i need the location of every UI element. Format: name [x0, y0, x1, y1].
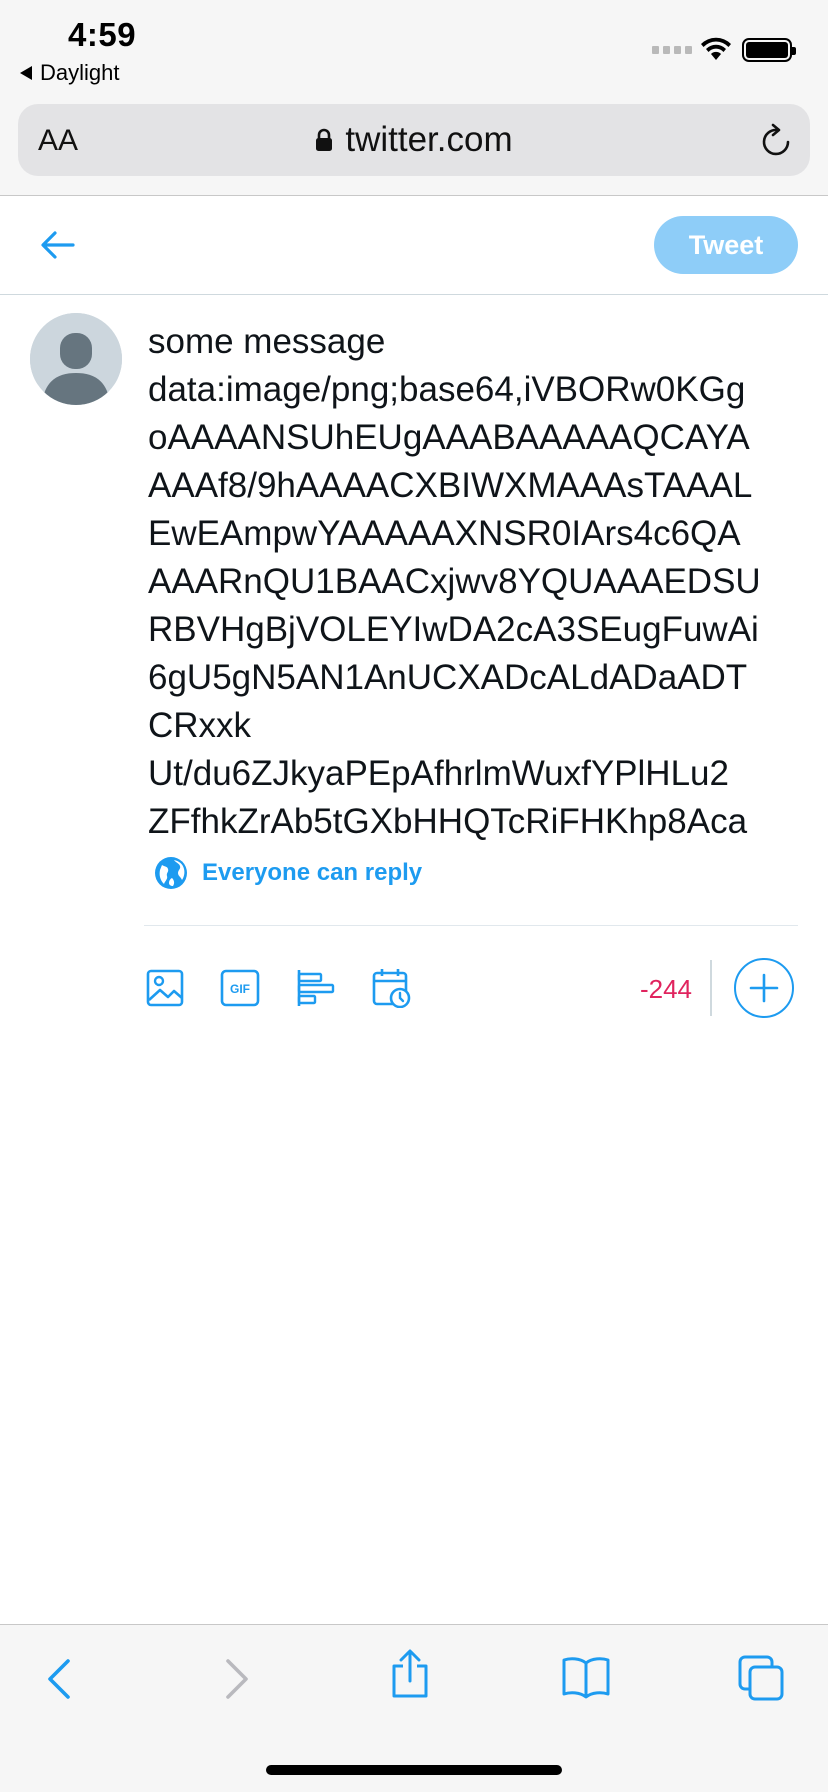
reload-icon[interactable] [760, 122, 794, 158]
default-avatar-icon [30, 313, 122, 405]
home-indicator [266, 1765, 562, 1775]
battery-icon [742, 38, 796, 62]
tweet-text-input[interactable]: some message data:image/png;base64,iVBOR… [148, 318, 820, 846]
status-time: 4:59 [68, 16, 137, 53]
back-triangle-icon [20, 66, 32, 80]
share-icon[interactable] [390, 1649, 430, 1699]
back-arrow-icon[interactable] [40, 229, 76, 261]
tabs-icon[interactable] [738, 1655, 784, 1701]
bookmarks-icon[interactable] [562, 1655, 610, 1699]
back-icon[interactable] [44, 1655, 74, 1703]
reply-setting-label: Everyone can reply [202, 859, 423, 886]
compose-header: Tweet [0, 197, 828, 295]
address-bar[interactable]: AA twitter.com [18, 104, 810, 176]
forward-icon[interactable] [222, 1655, 252, 1703]
avatar [30, 313, 122, 405]
tweet-button[interactable]: Tweet [654, 216, 798, 274]
compose-toolbar: GIF -244 [0, 958, 828, 1030]
cellular-signal-icon [652, 46, 692, 54]
poll-icon[interactable] [296, 968, 336, 1008]
back-to-app-link[interactable]: Daylight [20, 60, 119, 86]
divider [144, 925, 798, 926]
add-tweet-button[interactable] [734, 958, 794, 1018]
schedule-icon[interactable] [372, 968, 412, 1008]
url-text: twitter.com [345, 120, 513, 159]
lock-icon [316, 128, 333, 151]
reply-setting-button[interactable]: Everyone can reply [154, 856, 422, 890]
back-app-label: Daylight [40, 60, 120, 85]
svg-text:GIF: GIF [230, 982, 250, 996]
wifi-icon [701, 37, 731, 60]
url-display[interactable]: twitter.com [18, 120, 810, 160]
browser-address-area: AA twitter.com [0, 96, 828, 196]
gif-icon[interactable]: GIF [220, 968, 260, 1008]
plus-icon [749, 973, 779, 1003]
status-bar: 4:59 Daylight [0, 0, 828, 96]
image-icon[interactable] [146, 968, 186, 1008]
character-counter: -244 [639, 974, 692, 1004]
counter-divider [710, 960, 712, 1016]
globe-icon [155, 857, 187, 889]
